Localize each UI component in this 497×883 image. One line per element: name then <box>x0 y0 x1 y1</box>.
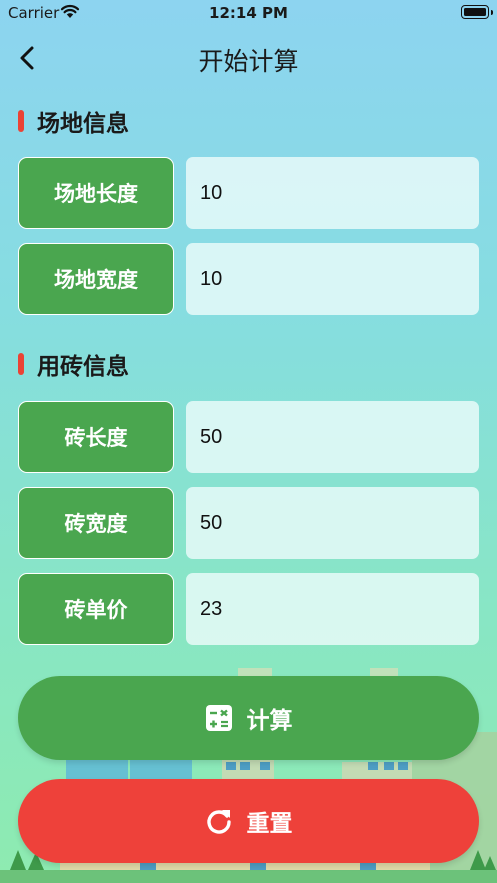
page-title: 开始计算 <box>198 47 299 76</box>
site-section-header: 场地信息 <box>18 105 129 137</box>
brick-width-label: 砖宽度 <box>18 487 174 559</box>
site-section-title: 场地信息 <box>37 111 129 137</box>
brick-length-input[interactable] <box>186 401 479 473</box>
site-length-row: 场地长度 <box>18 157 479 229</box>
brick-price-label: 砖单价 <box>18 573 174 645</box>
nav-bar: 开始计算 <box>0 36 497 80</box>
site-width-label: 场地宽度 <box>18 243 174 315</box>
section-accent-bar <box>18 110 24 132</box>
site-width-row: 场地宽度 <box>18 243 479 315</box>
refresh-icon <box>205 807 233 835</box>
calculate-label: 计算 <box>246 708 293 734</box>
brick-section-title: 用砖信息 <box>37 354 129 380</box>
reset-button[interactable]: 重置 <box>18 779 479 863</box>
brick-section-header: 用砖信息 <box>18 348 129 380</box>
section-accent-bar <box>18 353 24 375</box>
calculator-icon <box>205 704 233 732</box>
brick-width-row: 砖宽度 <box>18 487 479 559</box>
site-length-input[interactable] <box>186 157 479 229</box>
brick-price-row: 砖单价 <box>18 573 479 645</box>
site-width-input[interactable] <box>186 243 479 315</box>
battery-icon <box>461 5 493 19</box>
site-length-label: 场地长度 <box>18 157 174 229</box>
brick-price-input[interactable] <box>186 573 479 645</box>
calculate-button[interactable]: 计算 <box>18 676 479 760</box>
status-bar: Carrier 12:14 PM <box>0 0 497 26</box>
reset-label: 重置 <box>246 811 293 837</box>
brick-width-input[interactable] <box>186 487 479 559</box>
brick-length-label: 砖长度 <box>18 401 174 473</box>
brick-length-row: 砖长度 <box>18 401 479 473</box>
status-time: 12:14 PM <box>209 4 288 22</box>
